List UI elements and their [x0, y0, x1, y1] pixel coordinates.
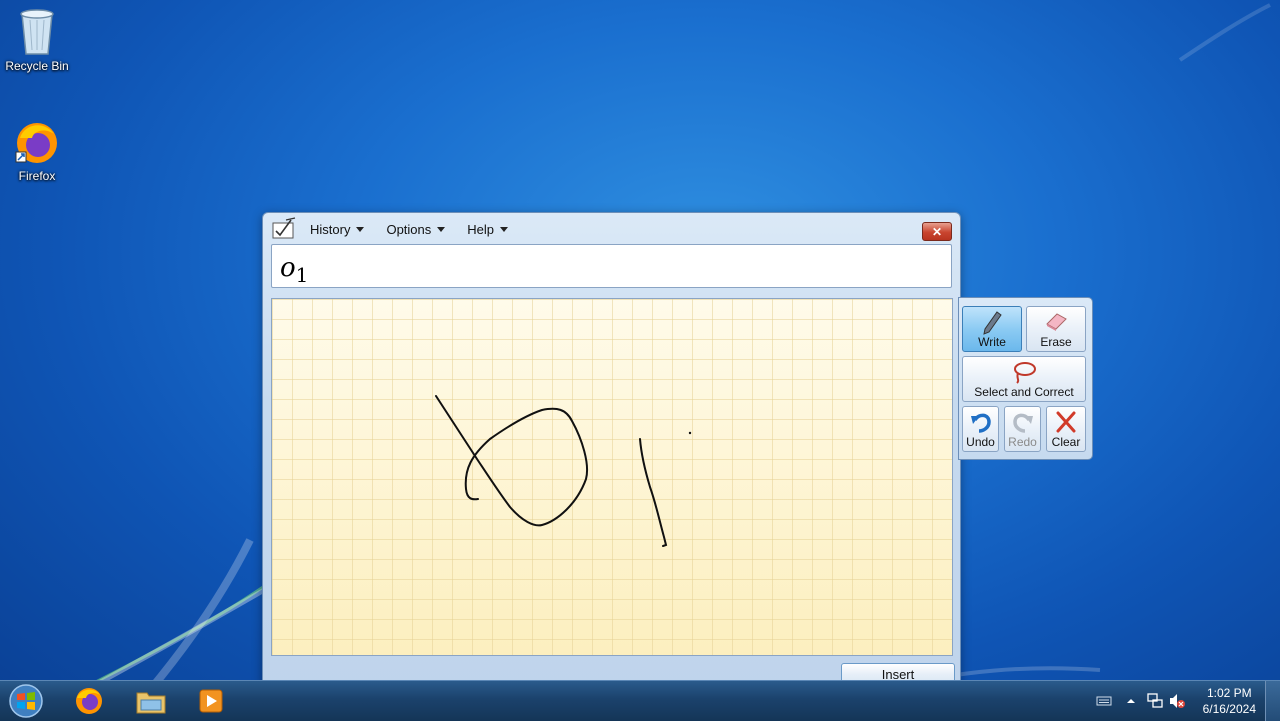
taskbar-file-explorer[interactable]: [124, 684, 178, 718]
preview-base: o: [280, 253, 296, 283]
show-desktop-button[interactable]: [1265, 681, 1280, 721]
close-button[interactable]: ✕: [922, 222, 952, 241]
lasso-icon: [1014, 362, 1036, 384]
desktop-icon-firefox[interactable]: Firefox: [0, 120, 74, 183]
clear-icon: [1056, 411, 1076, 433]
clear-label: Clear: [1051, 435, 1081, 449]
clock[interactable]: 1:02 PM 6/16/2024: [1203, 685, 1256, 717]
erase-button[interactable]: Erase: [1026, 306, 1086, 352]
volume-muted-icon[interactable]: [1168, 692, 1186, 710]
network-icon[interactable]: [1146, 692, 1164, 710]
math-input-panel-icon: [272, 217, 296, 239]
keyboard-icon[interactable]: [1096, 695, 1112, 707]
redo-icon: [1012, 413, 1033, 433]
clock-time: 1:02 PM: [1206, 686, 1252, 700]
taskbar-firefox[interactable]: [62, 684, 116, 718]
writing-area[interactable]: [271, 298, 953, 656]
desktop-icon-label: Firefox: [18, 169, 56, 183]
taskbar-media-player[interactable]: [184, 684, 238, 718]
handwriting-strokes: [435, 395, 692, 547]
firefox-icon: [76, 688, 102, 714]
menu-history[interactable]: History: [301, 218, 373, 240]
math-input-panel-window: History Options Help ✕ o1 Insert: [262, 212, 961, 690]
firefox-icon: [15, 123, 57, 163]
eraser-icon: [1046, 313, 1067, 331]
recycle-bin-icon: [20, 9, 54, 55]
tool-panel: Write Erase Select and Correct Undo Redo: [958, 297, 1093, 460]
select-and-correct-button[interactable]: Select and Correct: [962, 356, 1086, 402]
write-button[interactable]: Write: [962, 306, 1022, 352]
desktop-icon-recycle-bin[interactable]: Recycle Bin: [0, 6, 74, 73]
write-label: Write: [978, 335, 1006, 349]
menu-options-label: Options: [386, 221, 432, 237]
chevron-down-icon: [356, 226, 365, 232]
preview-subscript: 1: [295, 263, 309, 287]
start-button[interactable]: [7, 683, 45, 719]
pen-icon: [983, 311, 1002, 335]
undo-label: Undo: [966, 435, 995, 449]
menu-help-label: Help: [467, 221, 495, 237]
taskbar: 1:02 PM 6/16/2024: [0, 680, 1280, 721]
menu-history-label: History: [310, 221, 351, 237]
clear-button[interactable]: Clear: [1046, 406, 1086, 452]
redo-label: Redo: [1008, 435, 1037, 449]
desktop-icon-label: Recycle Bin: [5, 59, 69, 73]
media-player-icon: [199, 689, 223, 713]
menu-help[interactable]: Help: [458, 218, 517, 240]
menu-options[interactable]: Options: [377, 218, 454, 240]
menu-bar: History Options Help: [271, 217, 517, 241]
select-and-correct-label: Select and Correct: [974, 385, 1074, 399]
system-tray: 1:02 PM 6/16/2024: [1080, 681, 1280, 721]
redo-button[interactable]: Redo: [1004, 406, 1041, 452]
clock-date: 6/16/2024: [1202, 702, 1256, 716]
chevron-down-icon: [500, 226, 509, 232]
math-preview-area[interactable]: o1: [271, 244, 952, 288]
show-hidden-icons-icon[interactable]: [1126, 696, 1136, 706]
undo-button[interactable]: Undo: [962, 406, 999, 452]
erase-label: Erase: [1040, 335, 1072, 349]
undo-icon: [970, 413, 991, 433]
close-icon: ✕: [931, 224, 943, 239]
chevron-down-icon: [437, 226, 446, 232]
file-explorer-icon: [136, 692, 166, 714]
